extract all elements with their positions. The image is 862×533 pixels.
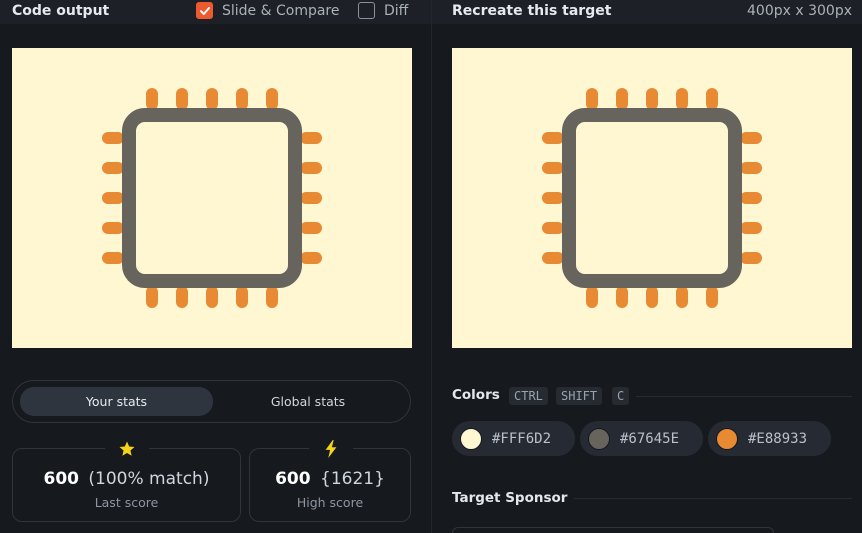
last-score-value: 600 <box>43 469 80 489</box>
color-chip-gray[interactable]: #67645E <box>580 421 703 456</box>
sponsor-rule <box>574 498 852 499</box>
target-title: Recreate this target <box>452 3 612 19</box>
high-score-label: High score <box>296 495 364 510</box>
cpu-chip-icon <box>542 88 762 308</box>
high-score-extra: {1621} <box>320 469 385 489</box>
diff-label: Diff <box>384 2 409 19</box>
shortcut-key-ctrl: CTRL <box>509 387 548 405</box>
high-score-value: 600 <box>275 469 311 489</box>
shortcut-key-shift: SHIFT <box>556 387 603 405</box>
last-score-line: 600 (100% match) <box>13 469 240 489</box>
code-output-header: Code output Slide & Compare Diff <box>0 0 431 24</box>
color-chip-orange[interactable]: #E88933 <box>708 421 831 456</box>
last-score-match: (100% match) <box>88 469 210 489</box>
cpu-chip-icon <box>102 88 322 308</box>
color-hex: #FFF6D2 <box>492 430 552 447</box>
diff-toggle[interactable]: Diff <box>358 2 408 19</box>
slide-compare-toggle[interactable]: Slide & Compare <box>196 2 340 19</box>
color-hex: #67645E <box>620 430 680 447</box>
target-canvas <box>452 48 852 348</box>
last-score-label: Last score <box>94 495 159 510</box>
high-score-line: 600 {1621} <box>250 469 410 489</box>
target-dimensions: 400px x 300px <box>747 3 852 19</box>
color-swatch <box>716 427 738 450</box>
tab-your-stats[interactable]: Your stats <box>20 387 213 416</box>
color-swatch <box>460 427 482 450</box>
star-icon <box>105 439 149 459</box>
colors-label: Colors <box>452 387 500 403</box>
last-score-card: 600 (100% match) Last score <box>12 439 241 522</box>
color-chip-cream[interactable]: #FFF6D2 <box>452 421 575 456</box>
code-output-panel: Code output Slide & Compare Diff Your st… <box>0 0 431 533</box>
target-header: Recreate this target 400px x 300px <box>432 0 862 24</box>
diff-checkbox[interactable] <box>358 2 375 19</box>
checkmark-icon <box>199 6 210 15</box>
sponsor-box[interactable] <box>452 527 774 533</box>
code-output-canvas[interactable] <box>12 48 412 348</box>
shortcut-key-c: C <box>612 387 630 405</box>
colors-rule <box>636 396 852 397</box>
slide-compare-label: Slide & Compare <box>222 2 340 19</box>
code-output-title: Code output <box>12 3 110 19</box>
tab-global-stats[interactable]: Global stats <box>213 387 403 416</box>
color-hex: #E88933 <box>748 430 808 447</box>
slide-compare-checkbox[interactable] <box>196 2 213 19</box>
stats-toggle: Your stats Global stats <box>12 380 411 423</box>
color-swatch <box>588 427 610 450</box>
chip-body <box>122 108 302 288</box>
bolt-icon <box>309 439 353 459</box>
high-score-card: 600 {1621} High score <box>249 439 411 522</box>
target-sponsor-label: Target Sponsor <box>452 490 568 506</box>
target-panel: Recreate this target 400px x 300px Color… <box>432 0 862 533</box>
chip-body <box>562 108 742 288</box>
